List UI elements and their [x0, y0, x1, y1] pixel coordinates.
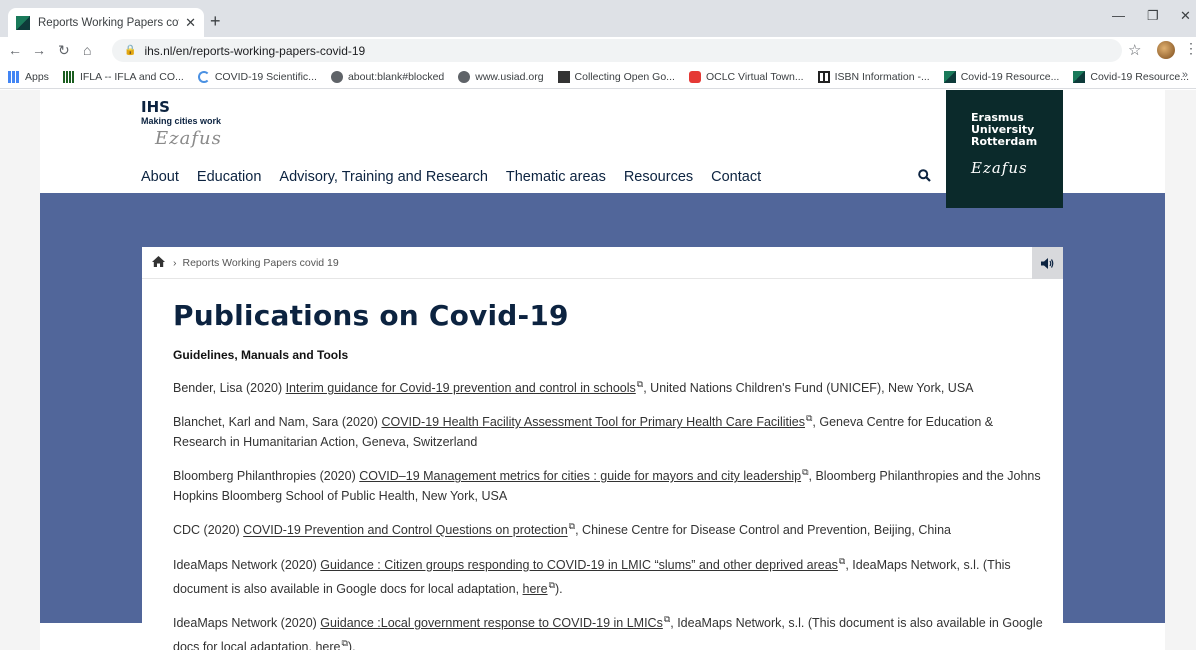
address-bar: ← → ↻ ⌂ 🔒 ihs.nl/en/reports-working-pape…	[0, 37, 1196, 65]
ihs-favicon-icon	[1073, 70, 1086, 83]
reference-item: IdeaMaps Network (2020) Guidance :Local …	[173, 609, 1043, 650]
document-icon	[557, 70, 570, 83]
ifla-icon	[62, 70, 75, 83]
site-header: IHS Making cities work Ezafus About Educ…	[40, 90, 1165, 208]
globe-icon	[330, 70, 343, 83]
reference-link[interactable]: COVID-19 Health Facility Assessment Tool…	[381, 415, 805, 429]
globe-icon	[458, 70, 471, 83]
speaker-icon[interactable]	[1032, 247, 1063, 279]
profile-avatar[interactable]	[1157, 41, 1175, 59]
chevron-right-icon: ›	[173, 256, 177, 269]
reference-item: IdeaMaps Network (2020) Guidance : Citiz…	[173, 555, 1011, 596]
home-icon[interactable]: ⌂	[83, 42, 91, 58]
new-tab-button[interactable]: +	[210, 12, 221, 30]
eur-logo-block[interactable]: Erasmus University Rotterdam Ezafus	[946, 90, 1063, 208]
ihs-logo[interactable]: IHS Making cities work Ezafus	[141, 98, 222, 150]
maximize-icon[interactable]: ❐	[1147, 8, 1159, 24]
reference-item: Bloomberg Philanthropies (2020) COVID–19…	[173, 467, 1041, 504]
eur-signature: Ezafus	[971, 159, 1028, 177]
bookmark-star-icon[interactable]: ☆	[1128, 41, 1141, 59]
bookmark-apps[interactable]: Apps	[8, 70, 49, 83]
url-text: ihs.nl/en/reports-working-papers-covid-1…	[144, 43, 366, 58]
menu-kebab-icon[interactable]: ⋮	[1184, 40, 1196, 57]
nav-education[interactable]: Education	[197, 169, 262, 185]
search-icon[interactable]	[918, 169, 931, 185]
logo-text: IHS	[141, 98, 170, 116]
page-gutter-left	[0, 90, 40, 650]
bookmark-ifla[interactable]: IFLA -- IFLA and CO...	[62, 70, 184, 83]
home-icon[interactable]	[152, 255, 165, 270]
eur-line: Rotterdam	[971, 135, 1038, 148]
bookmarks-bar: Apps IFLA -- IFLA and CO... COVID-19 Sci…	[0, 65, 1196, 89]
tab-title: Reports Working Papers covid 19	[38, 16, 179, 29]
page-gutter-right	[1165, 90, 1196, 650]
close-tab-icon[interactable]: ✕	[185, 15, 196, 31]
reference-link[interactable]: Interim guidance for Covid-19 prevention…	[286, 381, 636, 395]
nav-resources[interactable]: Resources	[624, 169, 693, 185]
minimize-icon[interactable]: —	[1112, 8, 1125, 23]
reference-item: Bender, Lisa (2020) Interim guidance for…	[173, 379, 974, 396]
reference-link[interactable]: COVID–19 Management metrics for cities :…	[359, 469, 801, 483]
loading-icon	[197, 70, 210, 83]
ihs-favicon-icon	[16, 15, 30, 30]
page-title: Publications on Covid-19	[173, 299, 569, 332]
lock-icon: 🔒	[124, 45, 137, 56]
breadcrumb-current: Reports Working Papers covid 19	[182, 256, 339, 269]
ihs-favicon-icon	[943, 70, 956, 83]
browser-tab[interactable]: Reports Working Papers covid 19 ✕	[8, 8, 204, 37]
nav-advisory[interactable]: Advisory, Training and Research	[279, 169, 487, 185]
here-link[interactable]: here	[315, 640, 340, 650]
tab-strip: Reports Working Papers covid 19 ✕ + — ❐ …	[0, 0, 1196, 37]
bookmark-collecting-open-gov[interactable]: Collecting Open Go...	[557, 70, 675, 83]
forward-arrow-icon[interactable]: →	[32, 42, 46, 58]
content-card: › Reports Working Papers covid 19 Public…	[142, 247, 1063, 650]
bookmark-covid-resource-1[interactable]: Covid-19 Resource...	[943, 70, 1059, 83]
back-arrow-icon[interactable]: ←	[8, 42, 22, 58]
url-input[interactable]: 🔒 ihs.nl/en/reports-working-papers-covid…	[112, 39, 1122, 62]
reference-link[interactable]: Guidance : Citizen groups responding to …	[320, 558, 838, 572]
web-page: IHS Making cities work Ezafus About Educ…	[0, 90, 1196, 650]
close-window-icon[interactable]: ✕	[1180, 8, 1191, 24]
isbn-icon	[817, 70, 830, 83]
logo-signature: Ezafus	[155, 128, 222, 149]
reference-item: CDC (2020) COVID-19 Prevention and Contr…	[173, 521, 951, 538]
bookmark-isbn[interactable]: ISBN Information -...	[817, 70, 930, 83]
breadcrumb: › Reports Working Papers covid 19	[142, 247, 1063, 279]
reload-icon[interactable]: ↻	[58, 42, 70, 59]
bookmark-oclc[interactable]: OCLC Virtual Town...	[688, 70, 804, 83]
bookmark-covid-resource-2[interactable]: Covid-19 Resource...	[1073, 70, 1189, 83]
nav-thematic-areas[interactable]: Thematic areas	[506, 169, 606, 185]
reference-item: Blanchet, Karl and Nam, Sara (2020) COVI…	[173, 413, 994, 450]
nav-contact[interactable]: Contact	[711, 169, 761, 185]
apps-grid-icon	[8, 70, 20, 83]
bookmark-covid-scientific[interactable]: COVID-19 Scientific...	[197, 70, 317, 83]
reference-link[interactable]: Guidance :Local government response to C…	[320, 616, 663, 630]
logo-tagline: Making cities work	[141, 116, 222, 126]
section-heading: Guidelines, Manuals and Tools	[173, 348, 349, 362]
nav-about[interactable]: About	[141, 169, 179, 185]
bookmark-about-blank[interactable]: about:blank#blocked	[330, 70, 444, 83]
main-nav: About Education Advisory, Training and R…	[141, 169, 779, 185]
here-link[interactable]: here	[523, 582, 548, 596]
reference-list: Bender, Lisa (2020) Interim guidance for…	[173, 374, 1043, 650]
bookmark-usiad[interactable]: www.usiad.org	[458, 70, 544, 83]
bookmarks-overflow-icon[interactable]: »	[1182, 69, 1188, 81]
reference-link[interactable]: COVID-19 Prevention and Control Question…	[243, 524, 567, 538]
youtube-icon	[688, 70, 701, 83]
